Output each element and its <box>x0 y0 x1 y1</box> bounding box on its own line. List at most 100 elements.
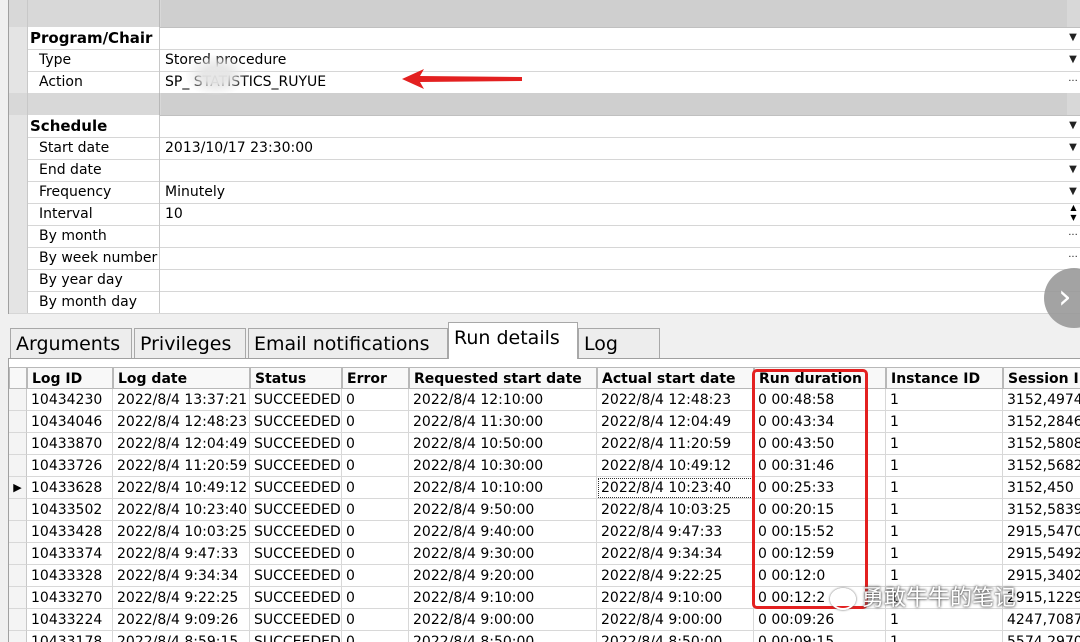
column-header[interactable]: Session ID <box>1003 367 1080 389</box>
property-by-year-day[interactable]: By year day <box>9 269 1080 292</box>
property-interval[interactable]: Interval 10 <box>9 203 1080 226</box>
property-start-date[interactable]: Start date 2013/10/17 23:30:00 ▼ <box>9 137 1080 160</box>
row-header[interactable] <box>9 543 27 565</box>
table-cell[interactable]: SUCCEEDED <box>250 411 342 433</box>
table-cell[interactable]: 0 <box>342 499 409 521</box>
table-cell[interactable]: 2022/8/4 9:30:00 <box>409 543 597 565</box>
table-cell[interactable]: 2022/8/4 10:50:00 <box>409 433 597 455</box>
row-header[interactable]: ▶ <box>9 477 27 499</box>
column-header[interactable]: Status <box>250 367 342 389</box>
property-value[interactable] <box>161 159 1067 181</box>
table-cell[interactable]: 2022/8/4 9:22:25 <box>113 587 250 609</box>
chevron-down-icon[interactable]: ▼ <box>1067 49 1079 71</box>
table-cell[interactable]: 2022/8/4 10:49:12 <box>113 477 250 499</box>
table-cell[interactable]: SUCCEEDED <box>250 389 342 411</box>
table-cell[interactable]: 4247,7087 <box>1003 609 1080 631</box>
table-cell[interactable]: 0 <box>342 631 409 642</box>
tab-privileges[interactable]: Privileges <box>134 328 246 358</box>
property-value[interactable]: 2013/10/17 23:30:00 <box>161 137 1067 159</box>
table-cell[interactable]: 0 <box>342 521 409 543</box>
table-cell[interactable]: 2022/8/4 8:59:15 <box>113 631 250 642</box>
table-cell[interactable]: 1 <box>886 499 1003 521</box>
table-cell[interactable]: 1 <box>886 389 1003 411</box>
table-cell[interactable]: SUCCEEDED <box>250 587 342 609</box>
table-cell[interactable]: 0 00:09:26 <box>754 609 886 631</box>
table-cell[interactable]: 10433502 <box>27 499 113 521</box>
table-cell[interactable]: 2022/8/4 13:37:21 <box>113 389 250 411</box>
tab-run-details[interactable]: Run details <box>448 322 578 359</box>
row-header[interactable] <box>9 411 27 433</box>
ellipsis-icon[interactable]: ··· <box>1067 225 1079 247</box>
chevron-down-icon[interactable]: ▼ <box>1067 115 1079 137</box>
table-cell[interactable]: 1 <box>886 411 1003 433</box>
table-cell[interactable]: 2022/8/4 9:34:34 <box>113 565 250 587</box>
table-cell[interactable]: 0 00:43:50 <box>754 433 886 455</box>
table-cell[interactable]: 2022/8/4 10:23:40 <box>113 499 250 521</box>
table-cell[interactable]: 3152,56829 <box>1003 455 1080 477</box>
table-cell[interactable]: 2022/8/4 10:49:12 <box>597 455 754 477</box>
table-cell[interactable]: SUCCEEDED <box>250 631 342 642</box>
property-end-date[interactable]: End date ▼ <box>9 159 1080 182</box>
table-cell[interactable]: 3152,58087 <box>1003 433 1080 455</box>
category-schedule[interactable]: Schedule ▼ <box>9 115 1080 138</box>
table-cell[interactable]: 2915,54920 <box>1003 543 1080 565</box>
table-cell[interactable]: 10433428 <box>27 521 113 543</box>
table-cell[interactable]: 2022/8/4 11:20:59 <box>597 433 754 455</box>
table-cell[interactable]: 2022/8/4 9:34:34 <box>597 543 754 565</box>
property-value[interactable]: Minutely <box>161 181 1067 203</box>
column-header[interactable]: Instance ID <box>886 367 1003 389</box>
property-by-month[interactable]: By month ··· <box>9 225 1080 248</box>
row-header[interactable] <box>9 587 27 609</box>
table-cell[interactable]: 0 <box>342 565 409 587</box>
table-cell[interactable]: 10433726 <box>27 455 113 477</box>
property-frequency[interactable]: Frequency Minutely ▼ <box>9 181 1080 204</box>
table-cell[interactable]: 2022/8/4 10:30:00 <box>409 455 597 477</box>
table-cell[interactable]: 2022/8/4 12:04:49 <box>113 433 250 455</box>
table-cell[interactable]: 2022/8/4 9:50:00 <box>409 499 597 521</box>
table-cell[interactable]: 2022/8/4 9:10:00 <box>409 587 597 609</box>
category-program-chair[interactable]: Program/Chair ▼ <box>9 27 1080 50</box>
table-cell[interactable]: 0 <box>342 411 409 433</box>
table-cell[interactable]: 10433328 <box>27 565 113 587</box>
property-value[interactable]: Stored procedure <box>161 49 1067 71</box>
table-cell[interactable]: 1 <box>886 543 1003 565</box>
chevron-down-icon[interactable]: ▼ <box>1067 137 1079 159</box>
property-by-week-number[interactable]: By week number ··· <box>9 247 1080 270</box>
table-cell[interactable]: 2022/8/4 9:22:25 <box>597 565 754 587</box>
table-cell[interactable]: SUCCEEDED <box>250 433 342 455</box>
chevron-down-icon[interactable]: ▼ <box>1067 159 1079 181</box>
table-cell[interactable]: 0 00:12:59 <box>754 543 886 565</box>
table-cell[interactable]: 0 00:25:33 <box>754 477 886 499</box>
table-cell[interactable]: SUCCEEDED <box>250 609 342 631</box>
table-cell[interactable]: 1 <box>886 455 1003 477</box>
property-value[interactable] <box>161 269 1067 291</box>
table-cell[interactable]: 10433270 <box>27 587 113 609</box>
row-header[interactable] <box>9 521 27 543</box>
table-cell[interactable]: 10433374 <box>27 543 113 565</box>
table-cell[interactable]: 2022/8/4 11:20:59 <box>113 455 250 477</box>
chevron-down-icon[interactable]: ▼ <box>1067 181 1079 203</box>
table-cell[interactable]: 0 00:43:34 <box>754 411 886 433</box>
table-cell[interactable]: 0 <box>342 543 409 565</box>
table-cell[interactable]: 2915,54703 <box>1003 521 1080 543</box>
table-cell[interactable]: 1 <box>886 631 1003 642</box>
table-cell[interactable]: 0 00:15:52 <box>754 521 886 543</box>
table-cell[interactable]: 2022/8/4 10:03:25 <box>113 521 250 543</box>
row-header[interactable] <box>9 609 27 631</box>
table-cell[interactable]: 3152,450 <box>1003 477 1080 499</box>
column-header[interactable]: Run duration <box>754 367 886 389</box>
table-cell[interactable]: 2022/8/4 12:10:00 <box>409 389 597 411</box>
table-cell[interactable]: 2022/8/4 10:23:40 <box>597 477 754 499</box>
row-header[interactable] <box>9 565 27 587</box>
table-cell[interactable]: 2022/8/4 12:48:23 <box>113 411 250 433</box>
table-cell[interactable]: 2022/8/4 10:10:00 <box>409 477 597 499</box>
tab-log[interactable]: Log <box>578 328 660 358</box>
table-cell[interactable]: SUCCEEDED <box>250 477 342 499</box>
table-cell[interactable]: 2022/8/4 9:00:00 <box>409 609 597 631</box>
table-cell[interactable]: 0 <box>342 587 409 609</box>
spin-icon[interactable]: ▲ ▼ <box>1068 203 1079 223</box>
table-cell[interactable]: 0 00:31:46 <box>754 455 886 477</box>
table-cell[interactable]: SUCCEEDED <box>250 455 342 477</box>
table-cell[interactable]: SUCCEEDED <box>250 499 342 521</box>
chevron-down-icon[interactable]: ▼ <box>1067 27 1079 49</box>
